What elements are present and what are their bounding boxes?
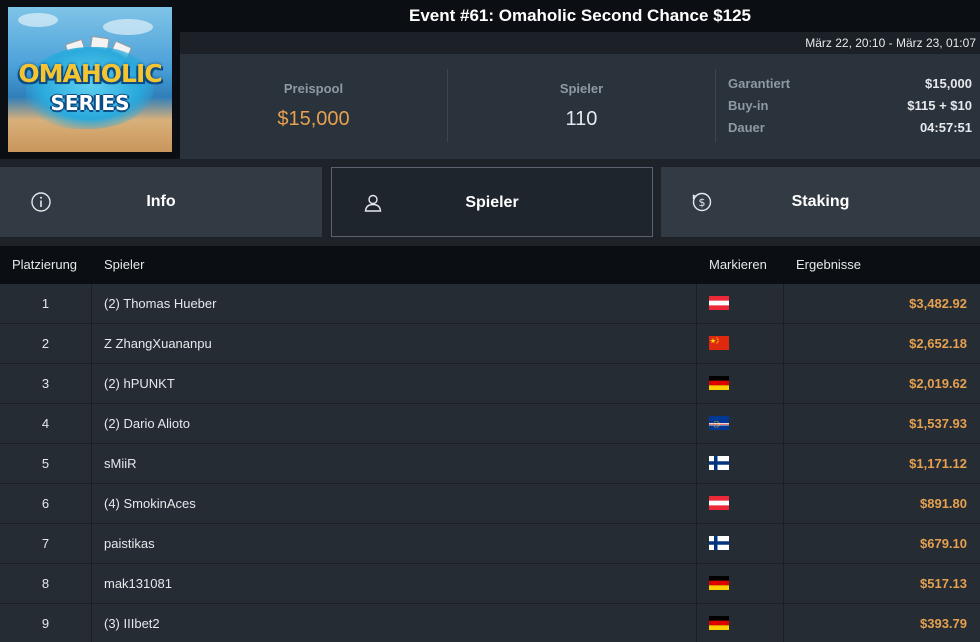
row-rank: 4 (41, 416, 50, 431)
logo-wordmark-bottom: SERIES (50, 91, 130, 115)
tab-info-label: Info (146, 193, 176, 210)
event-logo: OMAHOLIC SERIES (0, 0, 180, 159)
stats-divider (715, 69, 716, 142)
germany-flag-icon (709, 616, 729, 630)
event-title: Event #61: Omaholic Second Chance $125 (180, 0, 980, 32)
row-rank: 9 (41, 616, 50, 631)
row-result: $891.80 (920, 496, 967, 511)
row-result: $679.10 (920, 536, 967, 551)
row-result: $1,171.12 (909, 456, 967, 471)
players-label: Spieler (559, 81, 604, 96)
row-rank: 3 (41, 376, 50, 391)
table-row[interactable]: 7 paistikas $679.10 (0, 524, 980, 564)
column-header-flag[interactable]: Markieren (709, 246, 767, 284)
guaranteed-row: Garantiert $15,000 (728, 76, 972, 98)
row-player-name[interactable]: (2) Dario Alioto (104, 404, 190, 444)
row-player-name[interactable]: Z ZhangXuananpu (104, 324, 212, 364)
buyin-label: Buy-in (728, 98, 769, 113)
column-header-rank[interactable]: Platzierung (12, 246, 77, 284)
table-row[interactable]: 5 sMiiR $1,171.12 (0, 444, 980, 484)
duration-label: Dauer (728, 120, 765, 135)
row-result: $517.13 (920, 576, 967, 591)
row-rank: 1 (41, 296, 50, 311)
finland-flag-icon (709, 456, 729, 470)
prizepool-stat: Preispool $15,000 (180, 54, 447, 159)
players-value: 110 (565, 108, 598, 130)
table-row[interactable]: 8 mak131081 $517.13 (0, 564, 980, 604)
china-flag-icon (709, 336, 729, 350)
tab-bar: Info Spieler $ Staking (0, 159, 980, 246)
austria-flag-icon (709, 296, 729, 310)
germany-flag-icon (709, 376, 729, 390)
table-row[interactable]: 2 Z ZhangXuananpu $2,652.18 (0, 324, 980, 364)
prizepool-label: Preispool (283, 81, 344, 96)
table-row[interactable]: 4 (2) Dario Alioto $1,537.93 (0, 404, 980, 444)
event-dates: März 22, 20:10 - März 23, 01:07 (180, 32, 980, 54)
guaranteed-value: $15,000 (925, 76, 972, 91)
column-header-results[interactable]: Ergebnisse (796, 246, 861, 284)
logo-wordmark-top: OMAHOLIC (18, 59, 162, 88)
row-result: $3,482.92 (909, 296, 967, 311)
row-result: $1,537.93 (909, 416, 967, 431)
row-rank: 6 (41, 496, 50, 511)
table-row[interactable]: 1 (2) Thomas Hueber $3,482.92 (0, 284, 980, 324)
tab-players[interactable]: Spieler (331, 167, 653, 237)
finland-flag-icon (709, 536, 729, 550)
event-details: Garantiert $15,000 Buy-in $115 + $10 Dau… (728, 76, 972, 142)
austria-flag-icon (709, 496, 729, 510)
results-table: Platzierung Spieler Markieren Ergebnisse… (0, 246, 980, 642)
tab-staking-label: Staking (791, 193, 850, 210)
row-player-name[interactable]: (2) Thomas Hueber (104, 284, 216, 324)
table-header: Platzierung Spieler Markieren Ergebnisse (0, 246, 980, 284)
table-row[interactable]: 3 (2) hPUNKT $2,019.62 (0, 364, 980, 404)
buyin-value: $115 + $10 (907, 98, 972, 113)
event-stats-panel: Preispool $15,000 Spieler 110 Garantiert… (180, 54, 980, 159)
row-player-name[interactable]: (2) hPUNKT (104, 364, 175, 404)
guaranteed-label: Garantiert (728, 76, 791, 91)
row-player-name[interactable]: (4) SmokinAces (104, 484, 196, 524)
players-stat: Spieler 110 (448, 54, 715, 159)
tab-info[interactable]: Info (0, 167, 322, 237)
row-rank: 8 (41, 576, 50, 591)
row-rank: 2 (41, 336, 50, 351)
duration-value: 04:57:51 (919, 120, 972, 135)
table-row[interactable]: 6 (4) SmokinAces $891.80 (0, 484, 980, 524)
buyin-row: Buy-in $115 + $10 (728, 98, 972, 120)
row-result: $2,652.18 (909, 336, 967, 351)
germany-flag-icon (709, 576, 729, 590)
row-player-name[interactable]: paistikas (104, 524, 155, 564)
row-player-name[interactable]: (3) IIIbet2 (104, 604, 160, 642)
row-rank: 7 (41, 536, 50, 551)
row-result: $2,019.62 (909, 376, 967, 391)
cape-verde-flag-icon (709, 416, 729, 430)
row-result: $393.79 (920, 616, 967, 631)
tab-staking[interactable]: $ Staking (661, 167, 980, 237)
duration-row: Dauer 04:57:51 (728, 120, 972, 142)
prizepool-value: $15,000 (277, 108, 350, 130)
row-player-name[interactable]: sMiiR (104, 444, 137, 484)
tab-players-label: Spieler (465, 194, 519, 211)
table-row[interactable]: 9 (3) IIIbet2 $393.79 (0, 604, 980, 642)
column-header-player[interactable]: Spieler (104, 246, 144, 284)
row-player-name[interactable]: mak131081 (104, 564, 172, 604)
omaholic-series-logo-image: OMAHOLIC SERIES (8, 7, 172, 152)
row-rank: 5 (41, 456, 50, 471)
